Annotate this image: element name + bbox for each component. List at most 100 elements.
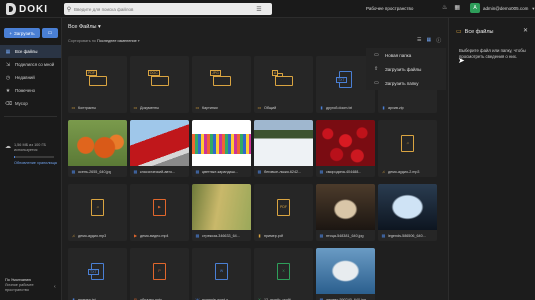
search-icon: ⚲ — [66, 6, 72, 13]
file-name: классический-авто... — [140, 169, 176, 174]
cloud-icon: ☁ — [5, 144, 11, 150]
file-tile[interactable]: A ▭ Общий — [254, 56, 313, 113]
file-meta: ▮ пример.txt — [68, 294, 127, 300]
word-file-icon: W — [215, 262, 228, 280]
file-thumbnail: W — [192, 248, 251, 294]
folder-icon: ▭ — [71, 105, 76, 110]
sidebar-item-label: Все файлы — [15, 49, 38, 54]
user-email: admin@demo005.com — [483, 5, 529, 11]
view-toggle: ☰ ▦ ⓘ — [417, 37, 441, 44]
grid-view-icon[interactable]: ▦ — [426, 37, 431, 44]
file-meta: ▩ дерево-590240_640.jpg — [316, 294, 375, 300]
trash-icon: ⌫ — [5, 100, 13, 107]
search-input[interactable] — [74, 6, 254, 12]
file-tile[interactable]: ▩ классический-авто... — [130, 120, 189, 177]
sidebar-item-trash[interactable]: ⌫ Мусор — [0, 97, 61, 110]
menu-item-upload-folder[interactable]: ▭ Загрузить папку — [366, 76, 446, 90]
divider — [4, 116, 57, 117]
sort-control[interactable]: Сортировать по Последнее изменение ▾ — [68, 38, 140, 43]
menu-item-new-folder[interactable]: ▭ Новая папка — [366, 48, 446, 62]
storage-used-suffix: используется — [14, 148, 38, 152]
app-logo[interactable]: DOKI — [6, 3, 48, 15]
file-tile[interactable]: ▩ стрекоза-346633_64... — [192, 184, 251, 241]
workspace-label[interactable]: Рабочее пространство — [366, 6, 413, 11]
image-thumbnail — [378, 184, 437, 230]
file-meta: ▮ пример.pdf — [254, 230, 313, 241]
upload-file-icon: ⇧ — [374, 66, 379, 72]
folder-badge: A — [272, 70, 279, 76]
audio-file-small-icon: ♫ — [72, 233, 75, 238]
file-badge: TXT — [88, 268, 99, 275]
file-name: беговые-лыжи-6242... — [264, 169, 302, 174]
file-tile[interactable]: JPG ▭ Картинки — [192, 56, 251, 113]
folder-icon: ▭ — [456, 29, 462, 35]
image-file-icon: ▩ — [319, 169, 324, 174]
archive-file-small-icon: ▮ — [382, 105, 385, 110]
upload-button[interactable]: + Загрузить — [4, 28, 40, 38]
file-tile[interactable]: PDF ▮ пример.pdf — [254, 184, 313, 241]
info-icon[interactable]: ⓘ — [436, 37, 441, 44]
text-file-small-icon: ▮ — [320, 105, 323, 110]
file-meta: ▭ Контракты — [68, 102, 127, 113]
menu-item-upload-files[interactable]: ⇧ Загрузить файлы — [366, 62, 446, 76]
close-icon[interactable]: ✕ — [523, 27, 528, 34]
file-meta: ▭ Документы — [130, 102, 189, 113]
file-name: стрекоза-346633_64... — [202, 233, 240, 238]
file-meta: ▮ другой.docm.txt — [316, 102, 375, 113]
file-tile[interactable]: ▩ осень-2655_640.jpg — [68, 120, 127, 177]
sidebar-item-starred[interactable]: ★ Помечено — [0, 84, 61, 97]
file-tile[interactable]: ▩ беговые-лыжи-6242... — [254, 120, 313, 177]
file-tile[interactable]: ♫ ♫ демо-аудио-2.mp3 — [378, 120, 437, 177]
storage-info: ☁ 1,56 МБ из 100 ГБ используется Обновле… — [5, 143, 57, 165]
sidebar-item-recent[interactable]: ◷ Недавний — [0, 71, 61, 84]
list-view-icon[interactable]: ☰ — [417, 37, 421, 44]
powerpoint-file-icon: P — [153, 262, 166, 280]
file-thumbnail: P — [130, 248, 189, 294]
file-tile[interactable]: TXT ▮ пример.txt — [68, 248, 127, 300]
file-tile[interactable]: X X 12_month_profit_... — [254, 248, 313, 300]
pdf-file-icon: PDF — [277, 198, 290, 216]
storage-progress-fill — [14, 156, 16, 158]
file-tile[interactable]: PDF ▭ Контракты — [68, 56, 127, 113]
file-tile[interactable]: DOC ▭ Документы — [130, 56, 189, 113]
menu-item-label: Новая папка — [385, 52, 412, 58]
file-tile[interactable]: ▩ legends-586506_640... — [378, 184, 437, 241]
sidebar-item-shared[interactable]: ⇲ Поделился со мной — [0, 58, 61, 71]
file-tile[interactable]: ▩ дерево-590240_640.jpg — [316, 248, 375, 300]
upload-folder-icon: ▭ — [374, 80, 379, 86]
file-tile[interactable]: P Pобразец.pptx — [130, 248, 189, 300]
file-thumbnail: X — [254, 248, 313, 294]
collapse-sidebar-icon[interactable]: ‹ — [54, 284, 56, 290]
file-tile[interactable]: W Wexample-word-s... — [192, 248, 251, 300]
workspace-switcher[interactable]: По Умолчанию Личное рабочее пространство — [5, 278, 60, 293]
file-tile[interactable]: ▩ цветные-карандаш... — [192, 120, 251, 177]
clock-icon: ◷ — [5, 74, 11, 81]
top-bar: DOKI ⚲ ☰ Рабочее пространство ♨ ▦ A admi… — [0, 0, 535, 18]
breadcrumb[interactable]: Все Файлы ▾ — [68, 24, 101, 30]
upgrade-storage-link[interactable]: Обновление хранилища — [14, 161, 57, 165]
apps-grid-icon[interactable]: ▦ — [454, 4, 460, 11]
filter-icon[interactable]: ☰ — [254, 6, 264, 13]
file-meta: ▩ legends-586506_640... — [378, 230, 437, 241]
sidebar-item-all-files[interactable]: ▦ Все файлы — [0, 45, 61, 58]
menu-item-label: Загрузить папку — [385, 80, 419, 86]
star-icon: ★ — [5, 87, 11, 94]
file-meta: ▩ стрекоза-346633_64... — [192, 230, 251, 241]
audio-file-icon: ♫ — [91, 198, 104, 216]
new-folder-button[interactable]: ▭ — [42, 28, 58, 38]
user-menu[interactable]: A admin@demo005.com ▼ — [470, 3, 535, 13]
folder-icon: ▭ — [195, 105, 200, 110]
file-thumbnail: ♫ — [378, 120, 437, 166]
file-thumbnail: ♫ — [68, 184, 127, 230]
app-name: DOKI — [19, 3, 48, 15]
file-tile[interactable]: ▩ смородина-404488... — [316, 120, 375, 177]
file-meta: ♫ демо-аудио-2.mp3 — [378, 166, 437, 177]
file-tile[interactable]: ♫ ♫ демо-аудио.mp3 — [68, 184, 127, 241]
file-name: Картинки — [202, 105, 218, 110]
file-tile[interactable]: ▶ ▶ демо-видео.mp4 — [130, 184, 189, 241]
sort-value: Последнее изменение — [96, 39, 137, 43]
file-tile[interactable]: ▩ птица-548381_640.jpg — [316, 184, 375, 241]
storage-progress — [14, 156, 54, 158]
notification-bell-icon[interactable]: ♨ — [442, 4, 447, 11]
file-thumbnail: DOC — [130, 56, 189, 102]
